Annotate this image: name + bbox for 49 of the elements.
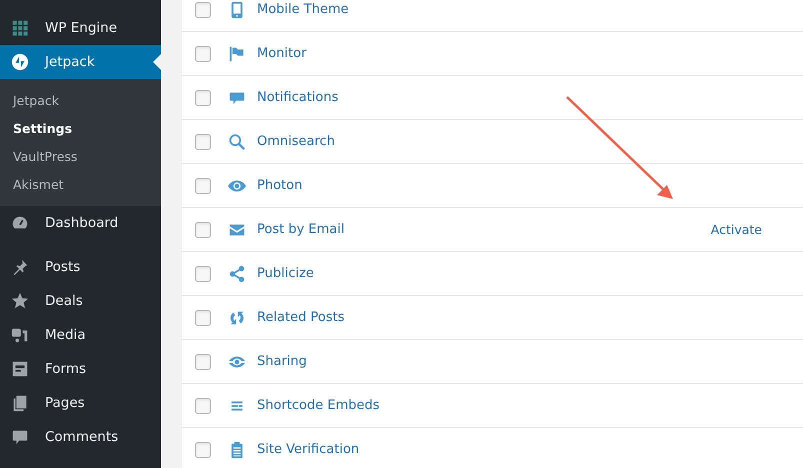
form-icon xyxy=(11,360,29,378)
menu-item[interactable]: Deals xyxy=(0,284,161,318)
menu-item[interactable]: WP Engine xyxy=(0,11,161,45)
search-icon xyxy=(228,132,246,150)
checkbox[interactable] xyxy=(195,266,211,282)
submenu-item[interactable]: VaultPress xyxy=(0,143,161,171)
pointer-icon xyxy=(153,54,161,70)
menu-item[interactable]: Forms xyxy=(0,352,161,386)
star-icon xyxy=(11,292,29,310)
media-icon xyxy=(11,326,29,344)
share-icon xyxy=(228,264,246,282)
checkbox[interactable] xyxy=(195,354,211,370)
jetpack-icon xyxy=(11,53,29,71)
module-name[interactable]: Notifications xyxy=(257,90,338,105)
checkbox[interactable] xyxy=(195,310,211,326)
pages-icon xyxy=(11,394,29,412)
menu-item[interactable]: Dashboard xyxy=(0,206,161,240)
pin-icon xyxy=(11,258,29,276)
menu-item[interactable]: Pages xyxy=(0,386,161,420)
submenu-item[interactable]: Settings xyxy=(0,115,161,143)
module-name[interactable]: Mobile Theme xyxy=(257,2,349,17)
submenu-item[interactable]: Jetpack xyxy=(0,87,161,115)
module-name[interactable]: Related Posts xyxy=(257,310,344,325)
activate-link[interactable]: Activate xyxy=(710,222,762,237)
grid-icon xyxy=(11,19,29,37)
module-name[interactable]: Photon xyxy=(257,178,302,193)
checkbox[interactable] xyxy=(195,46,211,62)
module-name[interactable]: Monitor xyxy=(257,46,306,61)
module-name[interactable]: Post by Email xyxy=(257,222,344,237)
menu-item[interactable]: Comments xyxy=(0,420,161,454)
checkbox[interactable] xyxy=(195,178,211,194)
module-name[interactable]: Shortcode Embeds xyxy=(257,398,380,413)
module-name[interactable]: Omnisearch xyxy=(257,134,335,149)
checkbox[interactable] xyxy=(195,2,211,18)
checkbox[interactable] xyxy=(195,90,211,106)
module-name[interactable]: Sharing xyxy=(257,354,307,369)
module-name[interactable]: Publicize xyxy=(257,266,314,281)
module-name[interactable]: Site Verification xyxy=(257,442,360,457)
menu-item[interactable]: Jetpack xyxy=(0,45,161,79)
flag-icon xyxy=(228,44,246,62)
checkbox[interactable] xyxy=(195,442,211,458)
checkbox[interactable] xyxy=(195,222,211,238)
speech-bubble-icon xyxy=(11,428,29,446)
refresh-icon xyxy=(228,308,246,326)
checkbox[interactable] xyxy=(195,398,211,414)
submenu-item[interactable]: Akismet xyxy=(0,171,161,199)
menu-item[interactable]: Posts xyxy=(0,250,161,284)
checkbox[interactable] xyxy=(195,134,211,150)
menu-item[interactable]: Media xyxy=(0,318,161,352)
